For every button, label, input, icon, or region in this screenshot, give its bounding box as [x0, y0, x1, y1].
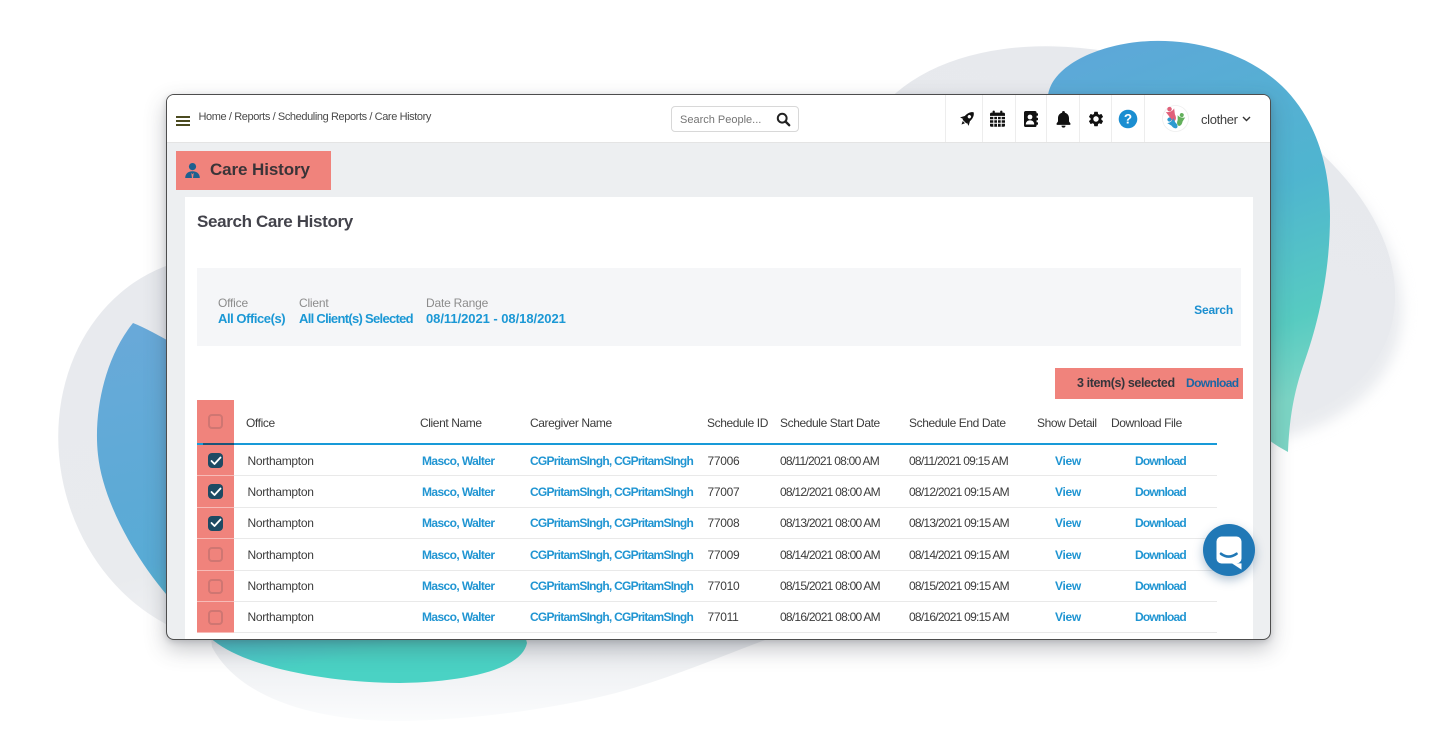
svg-text:?: ?: [1124, 112, 1132, 127]
